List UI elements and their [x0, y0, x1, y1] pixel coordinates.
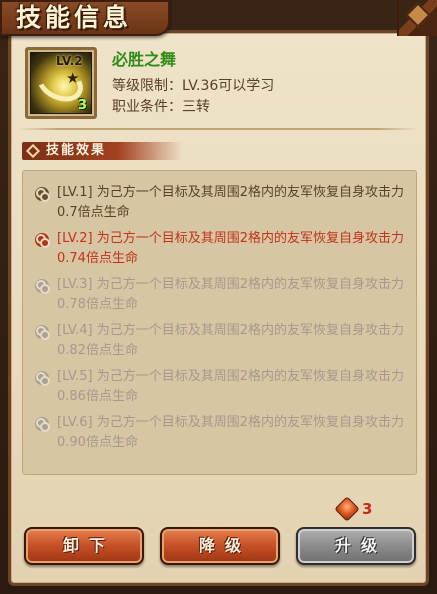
upgrade-button-label: 升级	[334, 536, 387, 555]
effects-list: [LV.1] 为己方一个目标及其周围2格内的友军恢复自身攻击力0.7倍点生命 […	[22, 170, 417, 475]
class-requirement: 职业条件：三转	[112, 99, 210, 115]
section-header-effects: 技能效果	[22, 142, 182, 160]
corner-ornament-icon	[397, 0, 437, 36]
tomoe-bullet-icon	[35, 279, 50, 294]
skill-info-window: 技能信息 LV.2 ★ 3 必胜之舞 等级限制：LV.36可以学习 职业条件：三…	[0, 0, 437, 594]
section-title: 技能效果	[46, 143, 107, 158]
skill-icon-badge: 3	[78, 98, 88, 113]
tomoe-bullet-icon	[35, 417, 50, 432]
effect-text: [LV.2] 为己方一个目标及其周围2格内的友军恢复自身攻击力0.74倍点生命	[57, 231, 404, 266]
title-banner: 技能信息	[0, 0, 170, 36]
level-requirement: 等级限制：LV.36可以学习	[112, 78, 275, 94]
tomoe-bullet-icon	[35, 187, 50, 202]
effect-item-lv3: [LV.3] 为己方一个目标及其周围2格内的友军恢复自身攻击力0.78倍点生命	[35, 275, 410, 315]
skill-icon: LV.2 ★ 3	[25, 47, 97, 119]
effect-text: [LV.4] 为己方一个目标及其周围2格内的友军恢复自身攻击力0.82倍点生命	[57, 323, 404, 358]
tomoe-bullet-icon	[35, 233, 50, 248]
tomoe-bullet-icon	[35, 371, 50, 386]
upgrade-button[interactable]: 升级	[296, 527, 416, 565]
effect-item-lv2: [LV.2] 为己方一个目标及其周围2格内的友军恢复自身攻击力0.74倍点生命	[35, 229, 410, 269]
unequip-button[interactable]: 卸下	[24, 527, 144, 565]
upgrade-cost: 3	[362, 500, 373, 518]
skill-name: 必胜之舞	[112, 50, 177, 69]
skill-icon-level: LV.2	[56, 54, 83, 68]
divider	[18, 128, 418, 130]
effect-item-lv5: [LV.5] 为己方一个目标及其周围2格内的友军恢复自身攻击力0.86倍点生命	[35, 367, 410, 407]
window-title: 技能信息	[16, 3, 133, 32]
effect-text: [LV.5] 为己方一个目标及其周围2格内的友军恢复自身攻击力0.86倍点生命	[57, 369, 404, 404]
effect-item-lv6: [LV.6] 为己方一个目标及其周围2格内的友军恢复自身攻击力0.90倍点生命	[35, 413, 410, 453]
star-icon: ★	[66, 69, 80, 87]
downgrade-button[interactable]: 降级	[160, 527, 280, 565]
effect-text: [LV.1] 为己方一个目标及其周围2格内的友军恢复自身攻击力0.7倍点生命	[57, 185, 404, 220]
downgrade-button-label: 降级	[198, 536, 251, 555]
tomoe-bullet-icon	[35, 325, 50, 340]
effect-item-lv4: [LV.4] 为己方一个目标及其周围2格内的友军恢复自身攻击力0.82倍点生命	[35, 321, 410, 361]
effect-text: [LV.3] 为己方一个目标及其周围2格内的友军恢复自身攻击力0.78倍点生命	[57, 277, 404, 312]
diamond-icon	[25, 143, 41, 159]
unequip-button-label: 卸下	[62, 536, 115, 555]
effect-item-lv1: [LV.1] 为己方一个目标及其周围2格内的友军恢复自身攻击力0.7倍点生命	[35, 183, 410, 223]
effect-text: [LV.6] 为己方一个目标及其周围2格内的友军恢复自身攻击力0.90倍点生命	[57, 415, 404, 450]
